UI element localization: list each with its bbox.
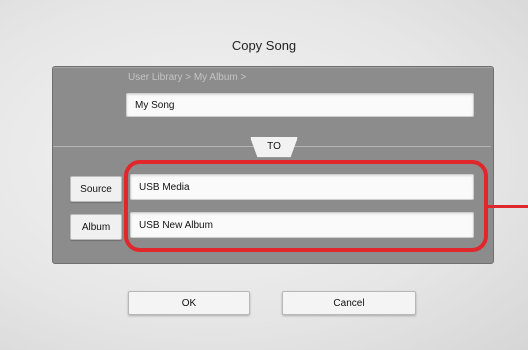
- album-button[interactable]: Album: [70, 214, 122, 240]
- song-name-field[interactable]: My Song: [126, 93, 474, 117]
- highlight-outline: [124, 160, 488, 252]
- highlight-pointer-line: [488, 205, 528, 208]
- ok-button[interactable]: OK: [128, 291, 250, 315]
- song-name-value: My Song: [135, 99, 175, 111]
- cancel-button[interactable]: Cancel: [282, 291, 416, 315]
- library-path: User Library > My Album >: [128, 72, 247, 83]
- to-tab: TO: [250, 137, 298, 158]
- dialog-title: Copy Song: [231, 38, 297, 53]
- source-button[interactable]: Source: [70, 176, 122, 202]
